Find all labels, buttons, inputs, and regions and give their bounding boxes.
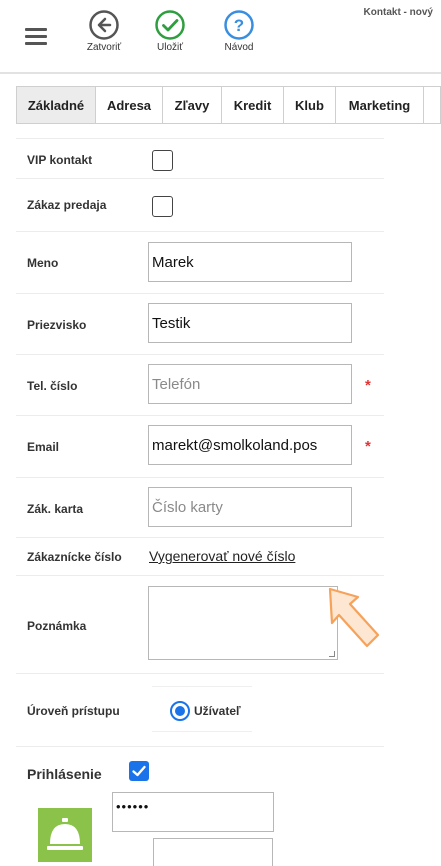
tab-overflow[interactable] <box>424 86 441 124</box>
bell-tile <box>38 808 92 862</box>
row-divider <box>16 746 384 748</box>
back-arrow-icon <box>89 10 119 40</box>
card-input[interactable]: Číslo karty <box>148 487 352 527</box>
tab-discounts[interactable]: Zľavy <box>163 86 222 124</box>
email-input[interactable]: marekt@smolkoland.pos <box>148 425 352 465</box>
email-required-mark: * <box>365 438 371 455</box>
email-label: Email <box>27 440 60 454</box>
help-label: Návod <box>224 42 254 53</box>
first-name-input[interactable]: Marek <box>148 242 352 282</box>
row-phone: Tel. číslo Telefón * <box>16 354 384 415</box>
access-level-label: Úroveň prístupu <box>27 704 120 718</box>
last-name-label: Priezvisko <box>27 318 87 332</box>
window-title: Kontakt - nový <box>363 7 433 18</box>
password-confirm-input[interactable] <box>153 838 273 866</box>
login-checkbox[interactable] <box>129 761 149 781</box>
row-first-name: Meno Marek <box>16 231 384 293</box>
toolbar: Zatvoriť Uložiť ? Návod Kontakt - nový <box>0 0 441 74</box>
login-label: Prihlásenie <box>27 766 102 782</box>
pointer-arrow-icon <box>328 587 380 648</box>
card-label: Zák. karta <box>27 502 84 516</box>
first-name-label: Meno <box>27 256 59 270</box>
row-customer-number: Zákaznícke číslo Vygenerovať nové číslo <box>16 537 384 575</box>
note-textarea[interactable] <box>148 586 338 660</box>
row-access-level: Úroveň prístupu Užívateľ <box>16 673 384 746</box>
vip-checkbox[interactable] <box>152 150 173 171</box>
row-last-name: Priezvisko Testik <box>16 293 384 354</box>
note-label: Poznámka <box>27 619 87 633</box>
tab-marketing[interactable]: Marketing <box>336 86 424 124</box>
tab-basic[interactable]: Základné <box>16 86 96 124</box>
tab-address[interactable]: Adresa <box>96 86 163 124</box>
tab-credit[interactable]: Kredit <box>222 86 284 124</box>
row-email: Email marekt@smolkoland.pos * <box>16 415 384 477</box>
save-button[interactable]: Uložiť <box>142 10 198 53</box>
last-name-input[interactable]: Testik <box>148 303 352 343</box>
access-level-group: Užívateľ <box>152 686 252 732</box>
phone-input[interactable]: Telefón <box>148 364 352 404</box>
password-input[interactable]: •••••• <box>112 792 274 832</box>
tab-bar: Základné Adresa Zľavy Kredit Klub Market… <box>16 86 441 124</box>
row-vip: VIP kontakt <box>16 138 384 178</box>
help-button[interactable]: ? Návod <box>211 10 267 53</box>
user-radio-label: Užívateľ <box>194 704 241 718</box>
row-ban: Zákaz predaja <box>16 178 384 231</box>
svg-text:?: ? <box>234 16 244 35</box>
hamburger-menu-icon[interactable] <box>25 28 47 46</box>
generate-number-link[interactable]: Vygenerovať nové číslo <box>149 548 295 564</box>
row-card: Zák. karta Číslo karty <box>16 477 384 537</box>
vip-label: VIP kontakt <box>27 153 93 167</box>
tab-club[interactable]: Klub <box>284 86 336 124</box>
user-radio[interactable] <box>170 701 190 721</box>
phone-required-mark: * <box>365 377 371 394</box>
checkmark-icon <box>132 765 146 777</box>
customer-number-label: Zákaznícke číslo <box>27 550 122 564</box>
ban-label: Zákaz predaja <box>27 198 107 212</box>
close-label: Zatvoriť <box>86 42 122 53</box>
ban-checkbox[interactable] <box>152 196 173 217</box>
service-bell-icon <box>47 818 83 850</box>
phone-label: Tel. číslo <box>27 379 78 393</box>
checkmark-icon <box>155 10 185 40</box>
question-mark-icon: ? <box>224 10 254 40</box>
close-button[interactable]: Zatvoriť <box>76 10 132 53</box>
save-label: Uložiť <box>157 42 183 53</box>
